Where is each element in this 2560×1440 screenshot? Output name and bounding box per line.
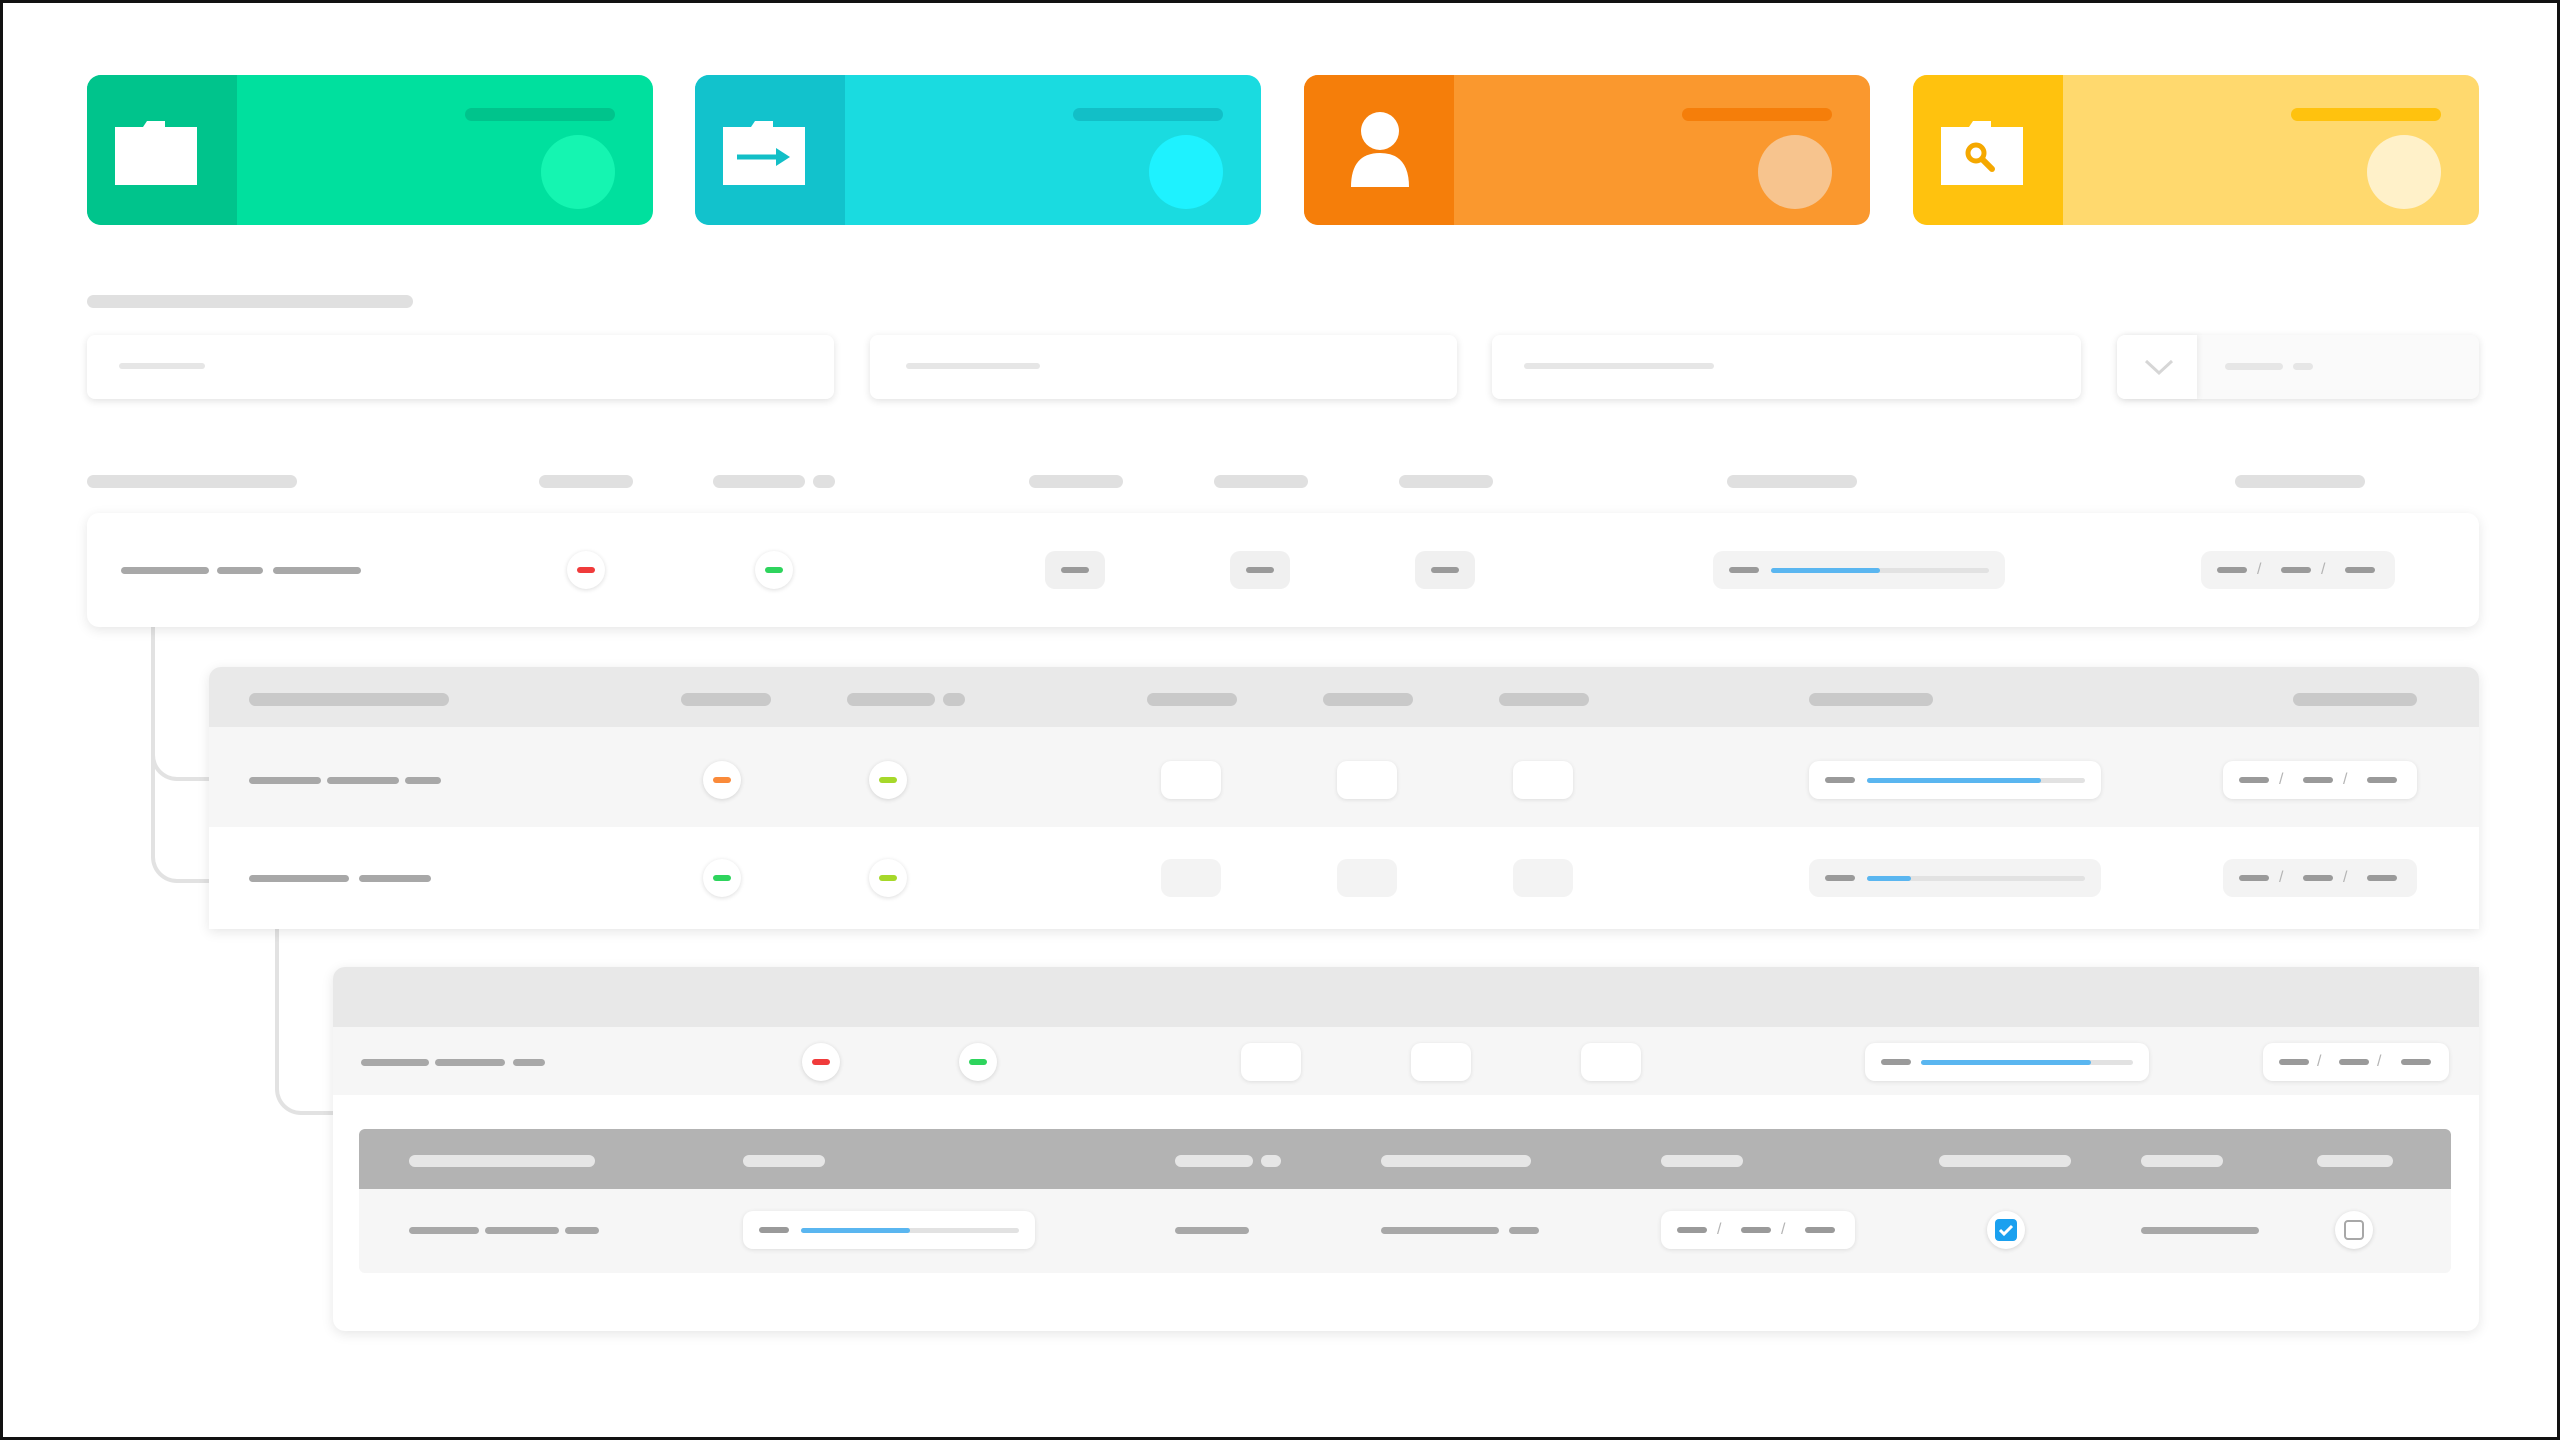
status-indicator	[869, 859, 907, 897]
header-cell	[2235, 475, 2365, 488]
value-pill	[1045, 551, 1105, 589]
checkbox-unchecked[interactable]	[2335, 1211, 2373, 1249]
date-field[interactable]: / /	[2201, 551, 2395, 589]
filter-select[interactable]	[2117, 335, 2479, 399]
status-indicator	[959, 1043, 997, 1081]
card-count-circle	[1149, 135, 1223, 209]
card-title-bar	[2291, 108, 2441, 121]
filter-input-3[interactable]	[1492, 335, 2081, 399]
select-value	[2225, 363, 2283, 370]
stat-card-folders[interactable]	[87, 75, 653, 225]
status-indicator	[755, 551, 793, 589]
input-placeholder	[119, 363, 205, 369]
card-count-circle	[541, 135, 615, 209]
status-indicator	[802, 1043, 840, 1081]
filter-input-1[interactable]	[87, 335, 834, 399]
input-placeholder	[906, 363, 1040, 369]
table-row[interactable]: / /	[209, 727, 2479, 827]
select-value-suffix	[2293, 363, 2313, 370]
value-pill	[1161, 859, 1221, 897]
chevron-down-icon	[2143, 357, 2175, 382]
value-pill	[1581, 1043, 1641, 1081]
checkmark-icon	[1995, 1219, 2017, 1241]
status-indicator	[703, 859, 741, 897]
row-name	[121, 567, 209, 574]
value-pill	[1411, 1043, 1471, 1081]
nested-table: / / / /	[209, 667, 2479, 929]
tree-connector	[151, 625, 213, 883]
date-field[interactable]: / /	[2223, 859, 2417, 897]
card-title-bar	[465, 108, 615, 121]
progress-bar	[1865, 1043, 2149, 1081]
progress-bar	[1713, 551, 2005, 589]
status-indicator	[703, 761, 741, 799]
value-pill	[1230, 551, 1290, 589]
progress-bar	[1809, 761, 2101, 799]
table-row[interactable]: / /	[333, 1027, 2479, 1095]
table-row[interactable]: / /	[87, 513, 2479, 627]
folder-transfer-icon	[720, 115, 808, 194]
sort-icon[interactable]	[813, 475, 835, 488]
stat-card-transfers[interactable]	[695, 75, 1261, 225]
stat-card-search[interactable]	[1913, 75, 2479, 225]
folder-search-icon	[1938, 115, 2026, 194]
filter-input-2[interactable]	[870, 335, 1457, 399]
card-title-bar	[1682, 108, 1832, 121]
date-field[interactable]: / /	[1661, 1211, 1855, 1249]
date-field[interactable]: / /	[2223, 761, 2417, 799]
table-row[interactable]: / /	[359, 1189, 2451, 1273]
date-field[interactable]: / /	[2263, 1043, 2449, 1081]
input-placeholder	[1524, 363, 1714, 369]
status-indicator	[869, 761, 907, 799]
value-pill	[1337, 859, 1397, 897]
header-cell	[539, 475, 633, 488]
checkbox-checked[interactable]	[1987, 1211, 2025, 1249]
nested-table: / / / /	[333, 967, 2479, 1331]
user-icon	[1349, 111, 1411, 194]
value-pill	[1415, 551, 1475, 589]
nested-table-header	[209, 667, 2479, 727]
folder-icon	[112, 115, 200, 194]
tree-connector	[275, 929, 337, 1115]
card-count-circle	[2367, 135, 2441, 209]
row-name	[217, 567, 263, 574]
progress-bar	[743, 1211, 1035, 1249]
header-cell	[1029, 475, 1123, 488]
sort-icon[interactable]	[943, 693, 965, 706]
header-cell	[1399, 475, 1493, 488]
header-cell	[1727, 475, 1857, 488]
value-pill	[1161, 761, 1221, 799]
value-pill	[1513, 859, 1573, 897]
detail-table: / /	[359, 1129, 2451, 1273]
row-name	[273, 567, 361, 574]
nested-table-header	[333, 967, 2479, 1027]
empty-box-icon	[2344, 1220, 2364, 1240]
value-pill	[1241, 1043, 1301, 1081]
stat-card-users[interactable]	[1304, 75, 1870, 225]
value-pill	[1337, 761, 1397, 799]
status-indicator	[567, 551, 605, 589]
value-pill	[1513, 761, 1573, 799]
header-cell	[87, 475, 297, 488]
detail-table-header	[359, 1129, 2451, 1189]
header-cell	[713, 475, 805, 488]
card-title-bar	[1073, 108, 1223, 121]
progress-bar	[1809, 859, 2101, 897]
table-row[interactable]: / /	[209, 827, 2479, 929]
section-title-placeholder	[87, 295, 413, 308]
card-count-circle	[1758, 135, 1832, 209]
header-cell	[1214, 475, 1308, 488]
sort-icon[interactable]	[1261, 1155, 1281, 1167]
